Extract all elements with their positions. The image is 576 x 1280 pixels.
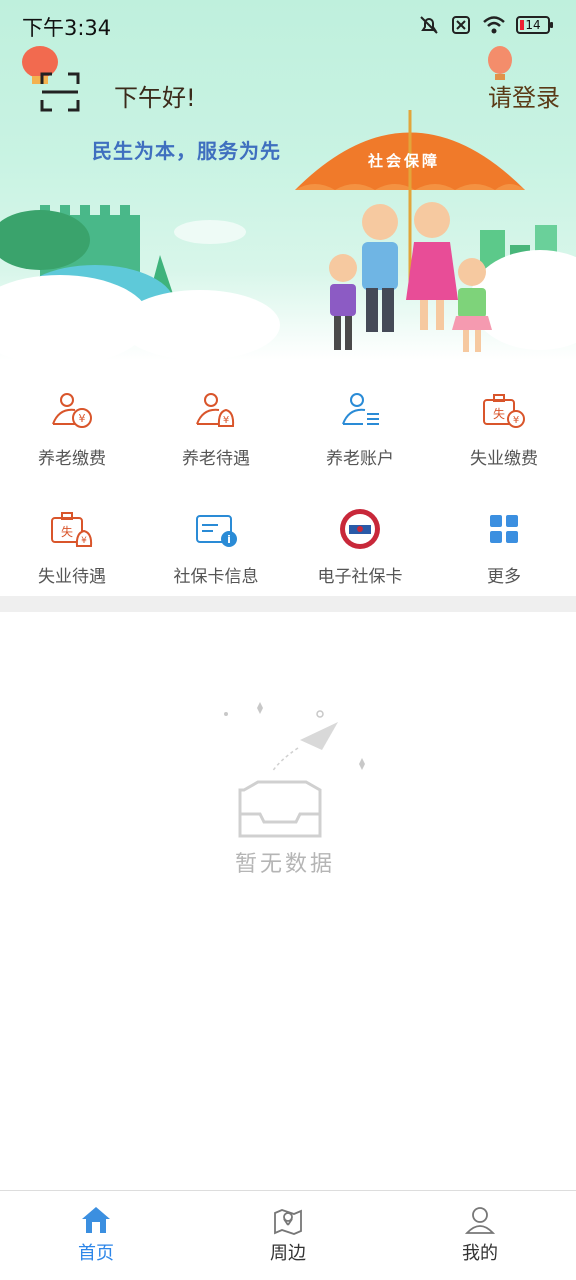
login-button[interactable]: 请登录 (488, 78, 560, 113)
pension-benefit-icon: ¥ (193, 388, 239, 434)
service-more[interactable]: 更多 (432, 478, 576, 596)
pension-payment-icon: ¥ (49, 388, 95, 434)
svg-text:¥: ¥ (223, 415, 229, 426)
service-label: 更多 (487, 567, 521, 587)
svg-text:失: 失 (493, 406, 505, 421)
svg-text:i: i (227, 533, 231, 546)
unemployment-benefit-icon: 失 ¥ (49, 506, 95, 552)
service-label: 养老账户 (326, 449, 394, 469)
service-label: 社保卡信息 (173, 567, 259, 587)
user-icon (464, 1207, 496, 1234)
slogan-text: 民生为本，服务为先 (92, 139, 281, 163)
service-label: 养老待遇 (182, 449, 250, 469)
empty-state: 暂无数据 (210, 690, 370, 890)
e-social-card-icon (337, 506, 383, 552)
home-icon (82, 1207, 110, 1233)
section-divider (0, 596, 576, 612)
service-unemployment-benefit[interactable]: 失 ¥ 失业待遇 (0, 478, 144, 596)
unemployment-payment-icon: 失 ¥ (481, 388, 527, 434)
scan-button[interactable] (40, 72, 80, 112)
service-unemployment-payment[interactable]: 失 ¥ 失业缴费 (432, 360, 576, 478)
hero-illustration (0, 46, 576, 360)
svg-text:¥: ¥ (79, 412, 86, 425)
greeting-text: 下午好! (114, 84, 196, 112)
service-pension-account[interactable]: 养老账户 (288, 360, 432, 478)
service-pension-payment[interactable]: ¥ 养老缴费 (0, 360, 144, 478)
nav-item-nearby[interactable]: 周边 (192, 1191, 384, 1280)
map-pin-icon (274, 1209, 302, 1235)
status-bar: 下午3:34 14 (0, 0, 576, 52)
svg-text:失: 失 (61, 524, 73, 539)
more-grid-icon (481, 506, 527, 552)
svg-text:¥: ¥ (81, 536, 87, 546)
status-icons: 14 (418, 14, 553, 36)
svg-text:¥: ¥ (513, 415, 519, 426)
service-pension-benefit[interactable]: ¥ 养老待遇 (144, 360, 288, 478)
service-label: 失业缴费 (470, 449, 538, 469)
nav-item-home[interactable]: 首页 (0, 1191, 192, 1280)
bottom-nav: 首页 周边 我的 (0, 1190, 576, 1280)
pension-account-icon (337, 388, 383, 434)
umbrella-label: 社会保障 (368, 152, 441, 170)
wifi-icon (483, 16, 505, 34)
battery-icon: 14 (516, 16, 553, 34)
nav-label: 我的 (462, 1243, 498, 1264)
nav-label: 首页 (78, 1243, 114, 1264)
service-e-social-card[interactable]: 电子社保卡 (288, 478, 432, 596)
empty-box-icon (224, 702, 365, 838)
hero-banner: 下午3:34 14 下午好! 请登录 民生为本，服务为先 社会保障 (0, 0, 576, 360)
service-label: 电子社保卡 (317, 567, 403, 587)
bell-muted-icon (420, 16, 438, 34)
service-label: 失业待遇 (38, 567, 106, 587)
empty-state-text: 暂无数据 (234, 852, 335, 877)
sim-off-icon (452, 16, 470, 34)
nav-label: 周边 (270, 1243, 306, 1264)
nav-item-mine[interactable]: 我的 (384, 1191, 576, 1280)
scan-icon (40, 72, 80, 112)
status-time: 下午3:34 (22, 16, 112, 40)
service-grid: ¥ 养老缴费 ¥ 养老待遇 养老账户 失 ¥ 失业缴费 失 ¥ 失业待遇 i 社保卡… (0, 360, 576, 596)
service-social-card-info[interactable]: i 社保卡信息 (144, 478, 288, 596)
service-label: 养老缴费 (38, 449, 106, 469)
social-card-info-icon: i (193, 506, 239, 552)
